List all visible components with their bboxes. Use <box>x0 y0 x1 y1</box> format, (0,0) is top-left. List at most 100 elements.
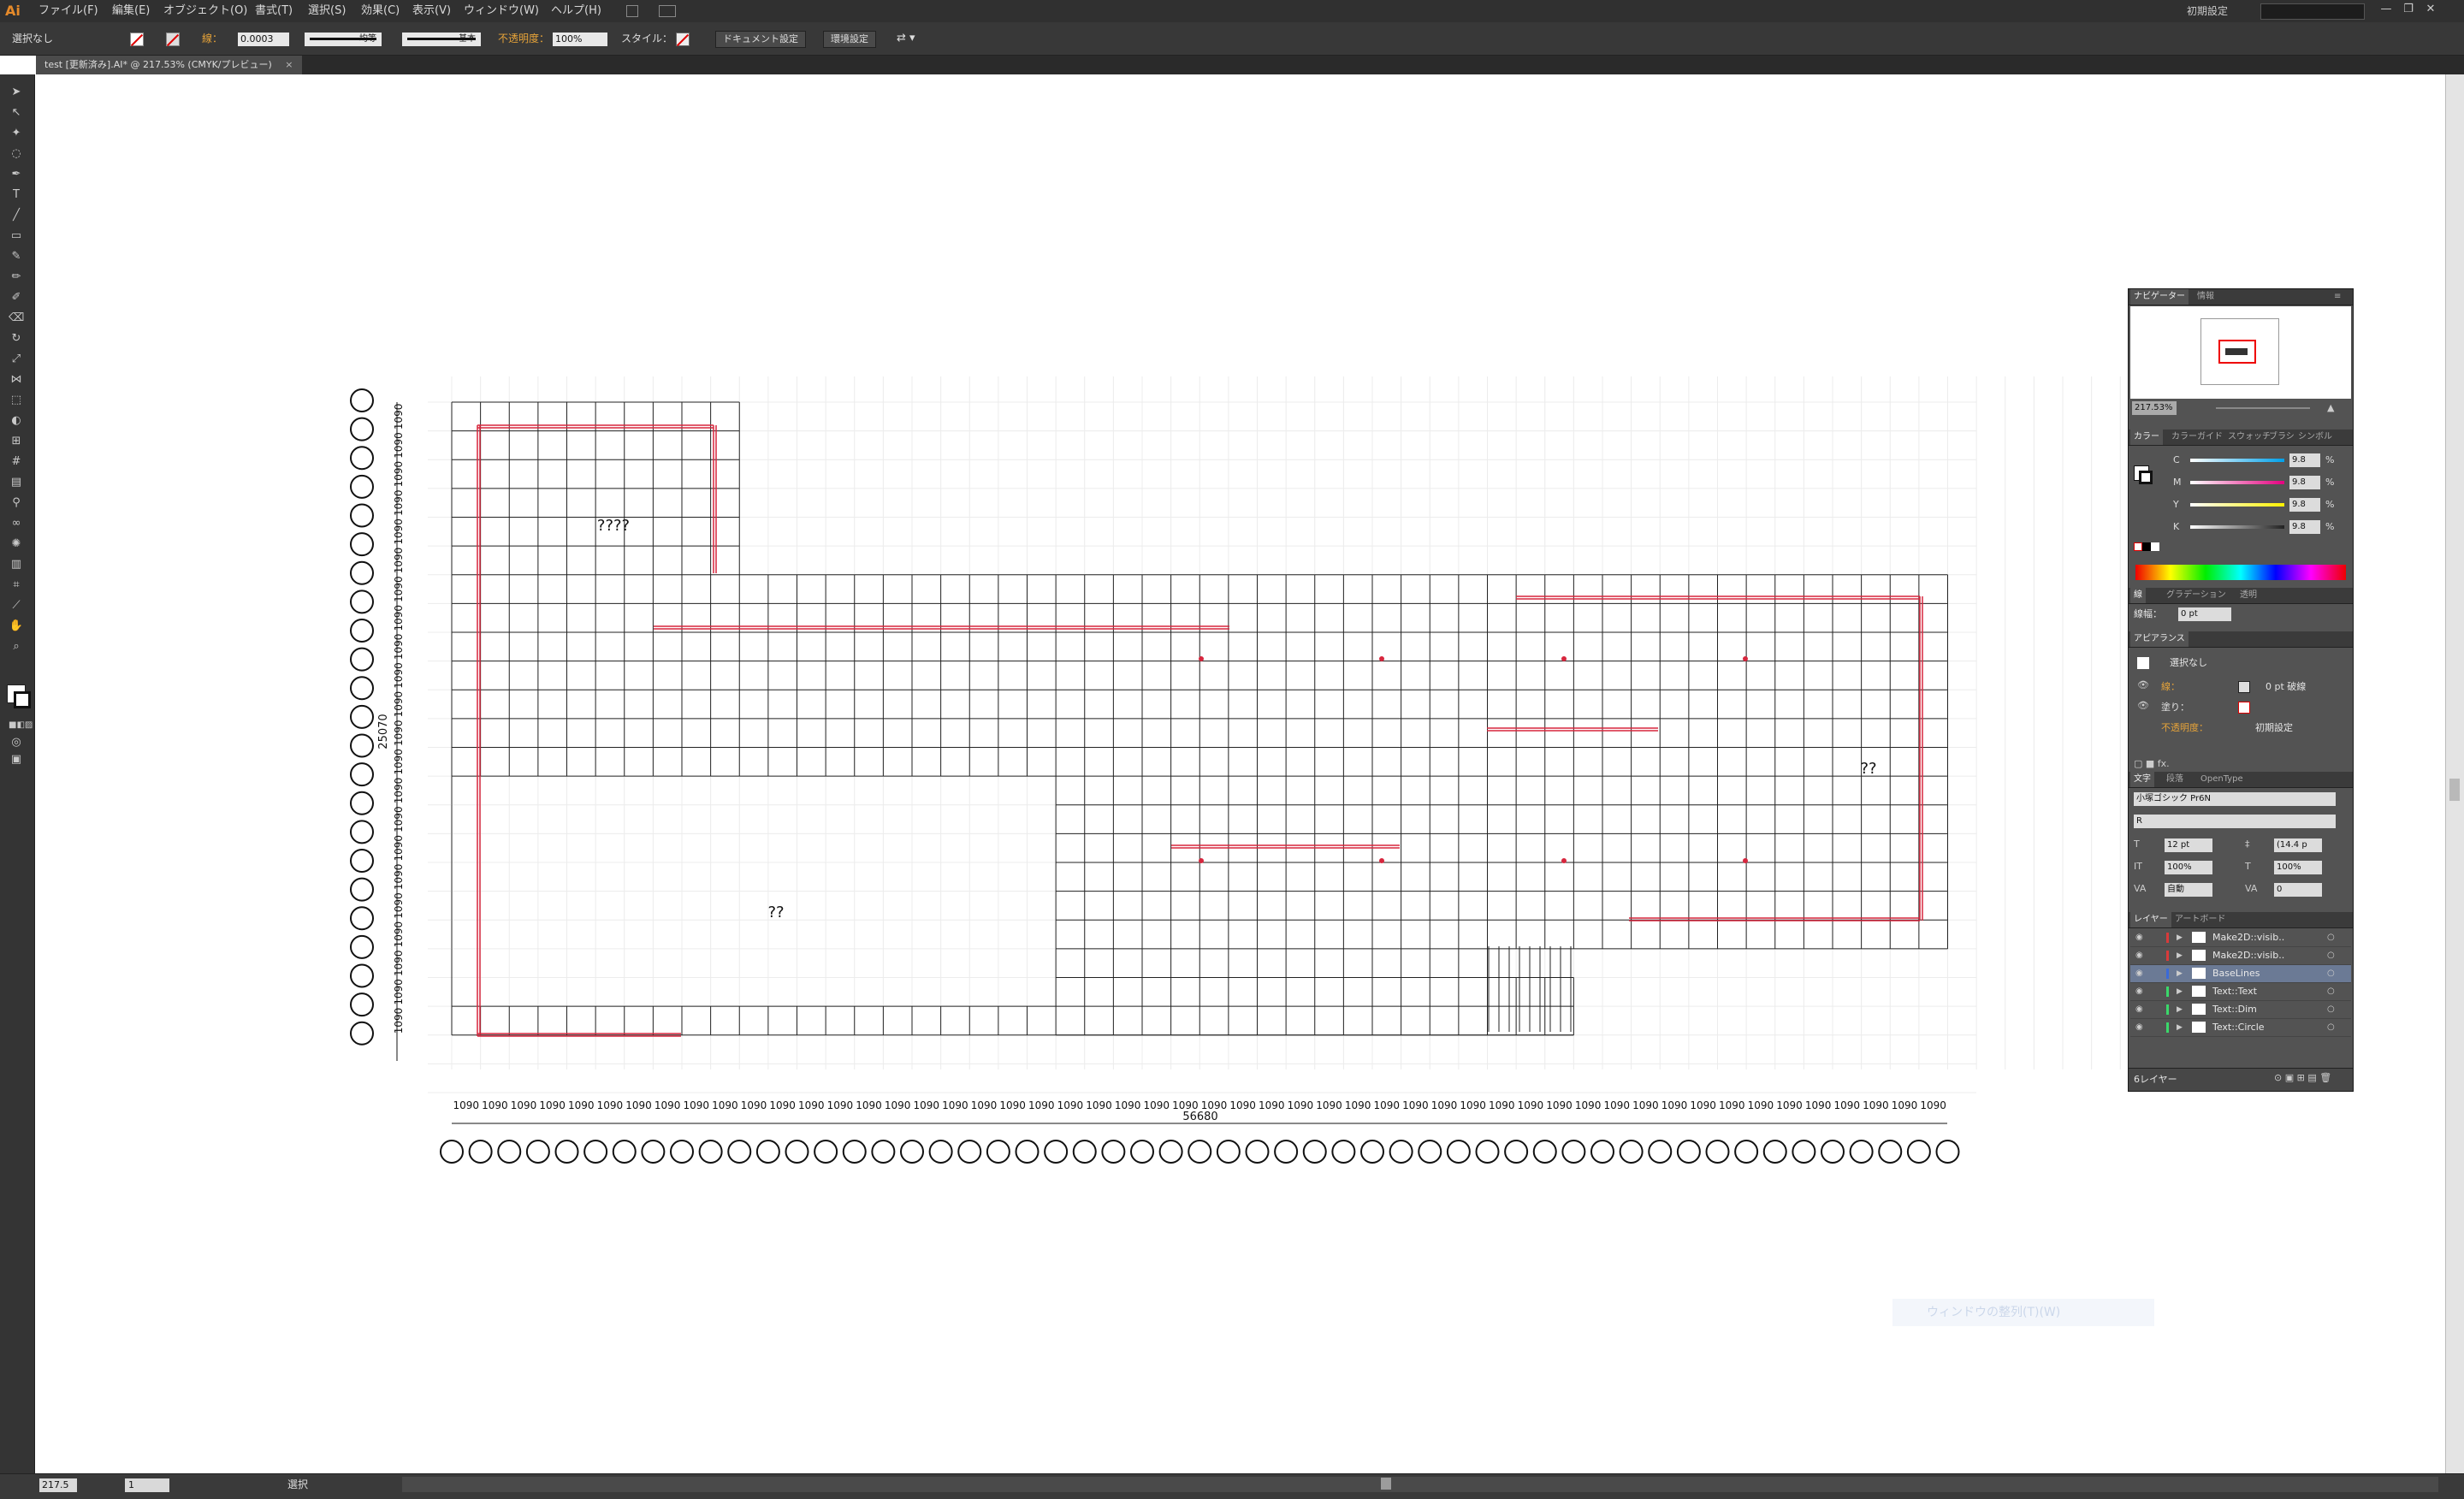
cmyk-value-input[interactable]: 9.8 <box>2289 453 2320 467</box>
expand-layer-icon[interactable]: ▶ <box>2177 947 2183 964</box>
tab-transparency[interactable]: 透明 <box>2236 588 2260 603</box>
expand-layer-icon[interactable]: ▶ <box>2177 983 2183 1000</box>
column-dimension-label: 1090 <box>597 1099 624 1111</box>
tab-paragraph[interactable]: 段落 <box>2163 772 2187 787</box>
cmyk-row-c[interactable]: C 9.8% <box>2129 452 2353 469</box>
navigator-zoom-input[interactable]: 217.53% <box>2132 401 2177 415</box>
horizontal-scrollbar[interactable] <box>402 1477 2438 1492</box>
cmyk-value-input[interactable]: 9.8 <box>2289 520 2320 534</box>
layer-visibility-icon[interactable]: ◉ <box>2135 947 2143 964</box>
appearance-fill-label[interactable]: 塗り： <box>2161 700 2189 714</box>
layer-visibility-icon[interactable]: ◉ <box>2135 965 2143 982</box>
navigator-preview[interactable] <box>2130 306 2351 399</box>
kerning-input[interactable]: 自動 <box>2165 883 2212 897</box>
cmyk-value-input[interactable]: 9.8 <box>2289 498 2320 512</box>
expand-layer-icon[interactable]: ▶ <box>2177 1001 2183 1018</box>
expand-layer-icon[interactable]: ▶ <box>2177 965 2183 982</box>
appearance-fill-row[interactable]: 👁 塗り： <box>2137 700 2348 717</box>
appearance-opacity-row[interactable]: 不透明度： 初期設定 <box>2137 720 2348 738</box>
panel-stroke-weight-input[interactable]: 0 pt <box>2178 607 2231 621</box>
tab-artboards[interactable]: アートボード <box>2171 912 2229 927</box>
appearance-stroke-label[interactable]: 線： <box>2161 679 2180 693</box>
column-dimension-label: 1090 <box>942 1099 968 1111</box>
layer-name[interactable]: Make2D::visib.. <box>2212 929 2284 946</box>
layer-name[interactable]: Text::Dim <box>2212 1001 2257 1018</box>
layer-target-icon[interactable]: ○ <box>2327 965 2335 982</box>
horizontal-scale-input[interactable]: 100% <box>2274 861 2322 874</box>
vertical-scrollbar[interactable] <box>2445 74 2464 1474</box>
tracking-input[interactable]: 0 <box>2274 883 2322 897</box>
layer-visibility-icon[interactable]: ◉ <box>2135 1001 2143 1018</box>
cmyk-slider-track[interactable] <box>2190 459 2284 462</box>
artboard-navigation[interactable]: 1 <box>125 1478 169 1492</box>
tab-color[interactable]: カラー <box>2130 430 2163 445</box>
layer-target-icon[interactable]: ○ <box>2327 947 2335 964</box>
cmyk-slider-track[interactable] <box>2190 525 2284 529</box>
column-axis-bubble <box>1389 1140 1413 1164</box>
column-axis-bubble <box>957 1140 982 1164</box>
layer-visibility-icon[interactable]: ◉ <box>2135 929 2143 946</box>
cmyk-row-y[interactable]: Y 9.8% <box>2129 496 2353 513</box>
expand-layer-icon[interactable]: ▶ <box>2177 1019 2183 1036</box>
vertical-scrollbar-thumb[interactable] <box>2449 779 2460 801</box>
zoom-in-icon[interactable]: ▲ <box>2327 402 2334 413</box>
tab-color-guide[interactable]: カラーガイド <box>2168 430 2226 445</box>
tab-layers[interactable]: レイヤー <box>2130 912 2171 927</box>
layer-target-icon[interactable]: ○ <box>2327 929 2335 946</box>
font-size-input[interactable]: 12 pt <box>2165 838 2212 852</box>
appearance-stroke-swatch[interactable] <box>2238 681 2250 693</box>
font-family-select[interactable]: 小塚ゴシック Pr6N <box>2134 792 2336 806</box>
font-style-select[interactable]: R <box>2134 815 2336 828</box>
layer-target-icon[interactable]: ○ <box>2327 1019 2335 1036</box>
layer-row[interactable]: ◉ ▶ Text::Dim ○ <box>2130 1001 2351 1019</box>
layer-visibility-icon[interactable]: ◉ <box>2135 1019 2143 1036</box>
vertical-scale-input[interactable]: 100% <box>2165 861 2212 874</box>
expand-layer-icon[interactable]: ▶ <box>2177 929 2183 946</box>
layer-footer-icons[interactable]: ⊙ ▣ ⊞ ▤ 🗑 <box>2274 1072 2331 1083</box>
layer-row[interactable]: ◉ ▶ BaseLines ○ <box>2130 965 2351 983</box>
appearance-stroke-row[interactable]: 👁 線： 0 pt 破線 <box>2137 679 2348 696</box>
eye-icon[interactable]: 👁 <box>2137 679 2149 690</box>
eye-icon[interactable]: 👁 <box>2137 700 2149 711</box>
tab-navigator[interactable]: ナビゲーター <box>2130 289 2189 305</box>
horizontal-scrollbar-thumb[interactable] <box>1381 1478 1391 1490</box>
tab-gradient[interactable]: グラデーション <box>2163 588 2230 603</box>
status-tool-label[interactable]: 選択 <box>287 1473 308 1496</box>
zoom-level-input[interactable]: 217.5 <box>39 1478 77 1492</box>
tab-opentype[interactable]: OpenType <box>2197 772 2247 787</box>
layer-name[interactable]: Text::Text <box>2212 983 2257 1000</box>
layer-thumbnail <box>2192 986 2206 997</box>
tab-brushes[interactable]: ブラシ <box>2266 430 2298 445</box>
color-spectrum-bar[interactable] <box>2135 565 2346 580</box>
layer-row[interactable]: ◉ ▶ Make2D::visib.. ○ <box>2130 929 2351 947</box>
cmyk-slider-track[interactable] <box>2190 503 2284 507</box>
appearance-footer-icons[interactable]: ▢ ■ fx. <box>2134 758 2170 769</box>
appearance-fill-swatch[interactable] <box>2238 702 2250 714</box>
cmyk-slider-track[interactable] <box>2190 481 2284 484</box>
tab-symbols[interactable]: シンボル <box>2295 430 2336 445</box>
appearance-opacity-label[interactable]: 不透明度： <box>2161 720 2208 734</box>
tab-stroke[interactable]: 線 <box>2130 588 2146 603</box>
layer-name[interactable]: Text::Circle <box>2212 1019 2265 1036</box>
tab-character[interactable]: 文字 <box>2130 772 2154 787</box>
tab-appearance[interactable]: アピアランス <box>2130 631 2189 647</box>
cmyk-value-input[interactable]: 9.8 <box>2289 476 2320 489</box>
none-black-white-swatches[interactable] <box>2134 542 2165 551</box>
layer-name[interactable]: BaseLines <box>2212 965 2260 982</box>
layer-target-icon[interactable]: ○ <box>2327 983 2335 1000</box>
leading-input[interactable]: (14.4 p <box>2274 838 2322 852</box>
appearance-stroke-value[interactable]: 0 pt 破線 <box>2266 679 2306 693</box>
layer-target-icon[interactable]: ○ <box>2327 1001 2335 1018</box>
layer-row[interactable]: ◉ ▶ Text::Text ○ <box>2130 983 2351 1001</box>
layer-row[interactable]: ◉ ▶ Make2D::visib.. ○ <box>2130 947 2351 965</box>
layer-visibility-icon[interactable]: ◉ <box>2135 983 2143 1000</box>
cmyk-row-m[interactable]: M 9.8% <box>2129 474 2353 491</box>
panel-menu-icon[interactable]: ≡ <box>2331 289 2344 305</box>
layer-name[interactable]: Make2D::visib.. <box>2212 947 2284 964</box>
canvas-artwork[interactable]: 1090109010901090109010901090109010901090… <box>0 0 2464 1498</box>
cmyk-row-k[interactable]: K 9.8% <box>2129 518 2353 536</box>
navigator-view-box[interactable] <box>2218 340 2256 364</box>
tab-info[interactable]: 情報 <box>2194 289 2218 305</box>
layer-row[interactable]: ◉ ▶ Text::Circle ○ <box>2130 1019 2351 1037</box>
navigator-zoom-slider[interactable] <box>2216 407 2310 409</box>
